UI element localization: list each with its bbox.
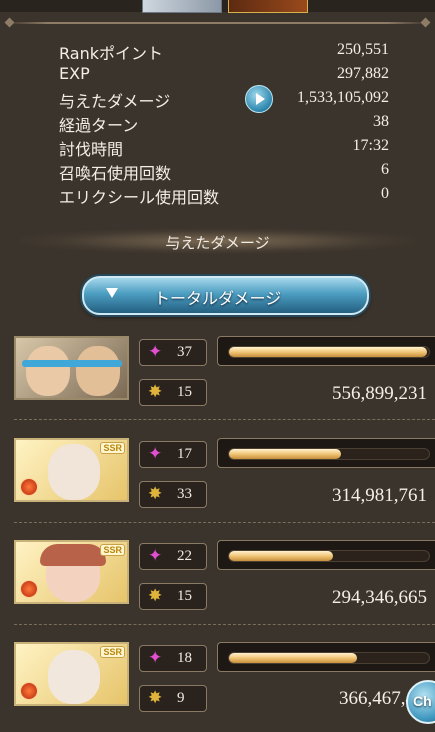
stat-label: エリクシール使用回数 [59,188,220,207]
damage-bar-track [228,550,430,562]
character-portrait[interactable]: SSR [14,642,129,706]
sparkle-icon: ✦ [148,546,163,566]
skill-count: 22 [177,548,192,564]
hair-graphic [40,544,106,566]
character-portrait[interactable]: SSR [14,438,129,502]
stat-time: 討伐時間 17:32 [0,136,435,159]
skill-count: 18 [177,650,192,666]
damage-value: 314,981,761 [332,485,427,506]
row-divider [14,419,435,420]
row-divider [14,522,435,523]
skill-count: 17 [177,446,192,462]
stat-label: 与えたダメージ [59,92,171,111]
ougi-count-badge: ✸ 15 [139,379,207,406]
damage-bar-fill [229,449,341,459]
damage-bar-track [228,652,430,664]
stat-value: 38 [373,113,389,130]
damage-bar-track [228,346,430,358]
stat-damage-dealt: 与えたダメージ 1,533,105,092 [0,85,435,113]
damage-type-dropdown[interactable]: トータルダメージ [82,276,369,315]
damage-bar [217,642,435,672]
ornamental-divider [6,22,429,24]
triangle-down-icon [106,288,118,298]
skill-count: 37 [177,344,192,360]
stat-value: 17:32 [352,137,389,154]
ougi-icon: ✸ [148,484,163,504]
character-face [26,346,70,396]
sparkle-icon: ✦ [148,648,163,668]
stat-label: Rankポイント [59,44,163,63]
party-member-row: ✦ 37 ✸ 15 556,899,231 [0,336,435,426]
stat-value: 297,882 [337,65,389,82]
stat-exp: EXP 297,882 [0,64,435,87]
stat-value: 0 [381,185,389,202]
dropdown-selected-label: トータルダメージ [154,289,282,308]
ougi-count: 15 [177,384,192,400]
stat-turns: 経過ターン 38 [0,112,435,135]
stat-label: EXP [59,64,90,83]
previous-portrait-thumb-selected[interactable] [228,0,308,13]
section-title: 与えたダメージ [165,234,270,252]
damage-bar-fill [229,347,427,357]
stat-label: 召喚石使用回数 [59,164,172,183]
previous-portrait-thumb[interactable] [142,0,222,13]
skill-count-badge: ✦ 22 [139,543,207,570]
sparkle-icon: ✦ [148,444,163,464]
fire-element-icon [20,580,38,598]
ougi-count-badge: ✸ 9 [139,685,207,712]
damage-value: 556,899,231 [332,383,427,404]
main-character-portrait[interactable] [14,336,129,400]
visor-graphic [22,360,122,367]
ougi-icon: ✸ [148,586,163,606]
ougi-icon: ✸ [148,382,163,402]
stat-label: 経過ターン [59,116,139,135]
party-member-row: SSR ✦ 17 ✸ 33 314,981,761 [0,438,435,528]
character-face [48,444,100,500]
ougi-icon: ✸ [148,688,163,708]
party-member-row: SSR ✦ 22 ✸ 15 294,346,665 [0,540,435,630]
character-face [76,346,120,396]
ssr-badge: SSR [100,544,125,556]
stat-summon-uses: 召喚石使用回数 6 [0,160,435,183]
stat-label: 討伐時間 [59,140,124,159]
stat-value: 250,551 [337,41,389,58]
party-member-row: SSR ✦ 18 ✸ 9 366,467,4 [0,642,435,732]
damage-bar-fill [229,551,333,561]
skill-count-badge: ✦ 37 [139,339,207,366]
damage-bar [217,336,435,366]
ssr-badge: SSR [100,646,125,658]
damage-bar [217,540,435,570]
ougi-count-badge: ✸ 33 [139,481,207,508]
skill-count-badge: ✦ 17 [139,441,207,468]
skill-count-badge: ✦ 18 [139,645,207,672]
fire-element-icon [20,478,38,496]
damage-bar [217,438,435,468]
ssr-badge: SSR [100,442,125,454]
stat-elixir-uses: エリクシール使用回数 0 [0,184,435,207]
damage-bar-fill [229,653,357,663]
damage-value: 294,346,665 [332,587,427,608]
ougi-count: 9 [177,690,185,706]
ougi-count: 33 [177,486,192,502]
row-divider [14,624,435,625]
fire-element-icon [20,682,38,700]
ougi-count-badge: ✸ 15 [139,583,207,610]
character-portrait[interactable]: SSR [14,540,129,604]
sparkle-icon: ✦ [148,342,163,362]
stat-rank-points: Rankポイント 250,551 [0,40,435,63]
stat-value: 1,533,105,092 [297,89,389,106]
play-icon[interactable] [245,85,273,113]
damage-value: 366,467,4 [339,688,415,709]
stat-value: 6 [381,161,389,178]
character-face [48,650,100,704]
damage-bar-track [228,448,430,460]
ougi-count: 15 [177,588,192,604]
chat-button-label: Ch [413,693,432,709]
